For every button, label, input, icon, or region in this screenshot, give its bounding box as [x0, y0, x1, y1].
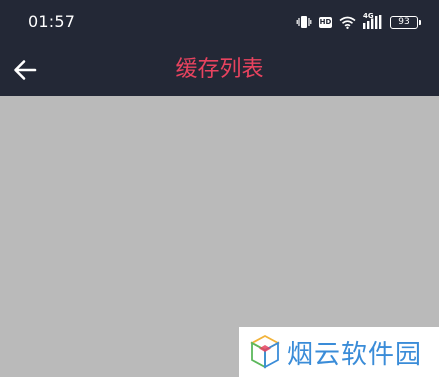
app-header: 缓存列表	[0, 44, 439, 96]
signal-4g-icon: 4G	[363, 12, 383, 29]
status-time: 01:57	[28, 12, 76, 31]
battery-icon: 93	[390, 15, 421, 29]
status-bar: 01:57 HD 4G 93	[0, 0, 439, 44]
wifi-icon	[339, 16, 356, 29]
page-title: 缓存列表	[175, 57, 264, 82]
network-type-label: 4G	[363, 12, 374, 20]
hd-icon: HD	[319, 16, 332, 28]
cube-logo-icon	[250, 334, 280, 369]
watermark: 烟云软件园	[239, 327, 439, 377]
vibrate-icon	[296, 15, 312, 29]
status-icons: HD 4G 93	[296, 12, 421, 32]
watermark-text: 烟云软件园	[287, 339, 423, 370]
battery-level: 93	[398, 16, 410, 27]
